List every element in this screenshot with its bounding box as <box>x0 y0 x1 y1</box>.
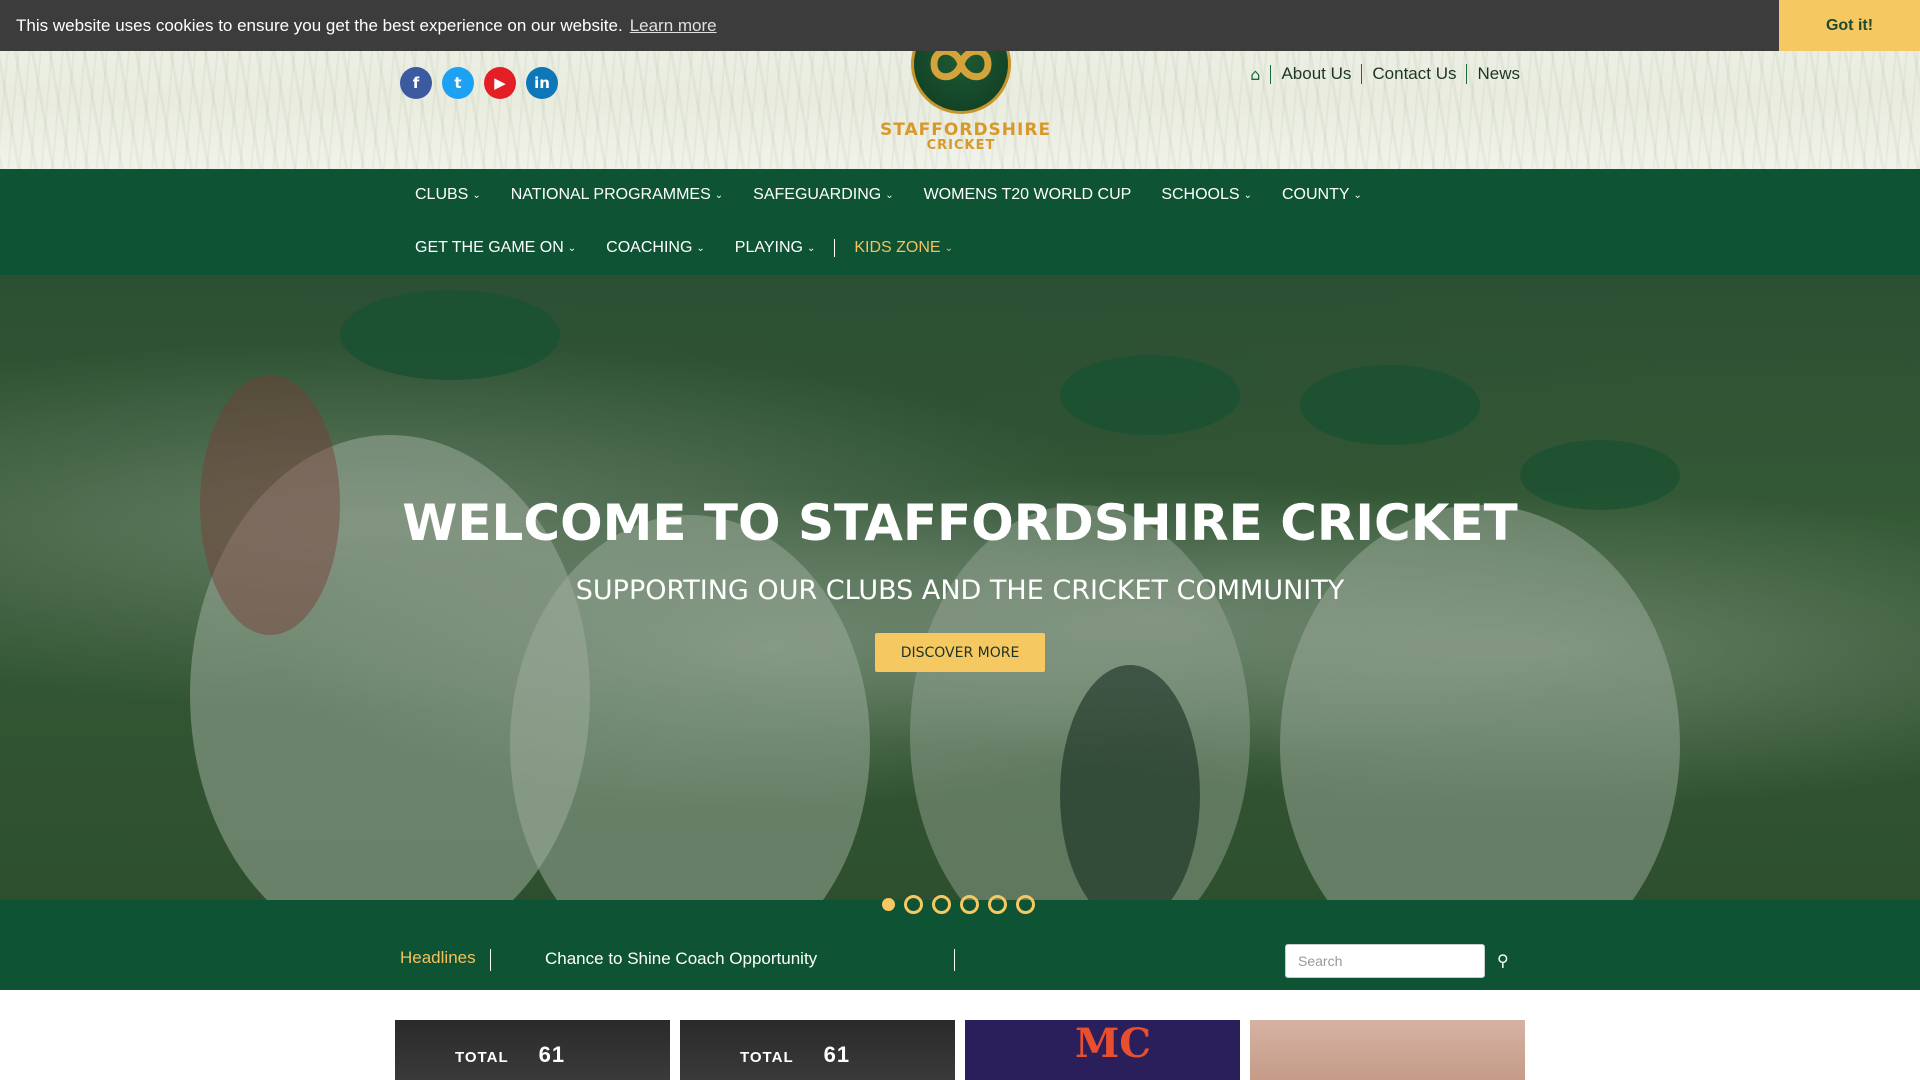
nav-item-safeguarding[interactable]: SAFEGUARDING ⌄ <box>738 186 908 204</box>
learn-more-link[interactable]: Learn more <box>630 16 717 36</box>
about-us-link[interactable]: About Us <box>1271 64 1363 84</box>
search-icon[interactable]: ⚲ <box>1497 951 1509 970</box>
card-image: TOTAL 61 <box>455 1042 565 1068</box>
nav-item-schools[interactable]: SCHOOLS ⌄ <box>1146 186 1267 204</box>
nav-item-womens-t20[interactable]: WOMENS T20 WORLD CUP <box>909 186 1147 204</box>
nav-label: SAFEGUARDING <box>753 186 882 203</box>
chevron-down-icon: ⌄ <box>885 189 894 201</box>
nav-label: SCHOOLS <box>1161 186 1240 203</box>
chevron-down-icon: ⌄ <box>567 242 577 254</box>
hero-banner: WELCOME TO STAFFORDSHIRE CRICKET SUPPORT… <box>0 275 1920 900</box>
nav-row-2: GET THE GAME ON ⌄ COACHING ⌄ PLAYING ⌄ KIDS… <box>400 230 968 266</box>
nav-label: KIDS ZONE <box>854 239 941 256</box>
chevron-down-icon: ⌄ <box>944 242 953 254</box>
logo-subtitle: CRICKET <box>926 138 996 153</box>
news-card[interactable]: MC <box>965 1020 1240 1080</box>
youtube-icon[interactable]: ▶ <box>484 67 516 99</box>
twitter-icon[interactable]: t <box>442 67 474 99</box>
mcc-logo: MC <box>1075 1020 1152 1067</box>
contact-us-link[interactable]: Contact Us <box>1362 64 1468 84</box>
nav-label: GET THE GAME ON <box>415 239 564 256</box>
chevron-down-icon: ⌄ <box>806 242 816 254</box>
card-image: TOTAL 61 <box>740 1042 850 1068</box>
divider <box>954 949 955 971</box>
nav-item-national-programmes[interactable]: NATIONAL PROGRAMMES ⌄ <box>496 186 738 204</box>
chevron-down-icon: ⌄ <box>696 242 705 254</box>
nav-label: PLAYING <box>734 239 803 256</box>
hero-subtitle: SUPPORTING OUR CLUBS AND THE CRICKET COM… <box>575 575 1345 606</box>
slider-dot[interactable] <box>882 898 895 911</box>
top-links: ⌂ About Us Contact Us News <box>1250 64 1520 84</box>
chevron-down-icon: ⌄ <box>714 189 724 201</box>
facebook-icon[interactable]: f <box>400 67 432 99</box>
nav-label: COACHING <box>606 239 693 256</box>
slider-dots <box>882 895 1044 914</box>
nav-item-playing[interactable]: PLAYING ⌄ <box>720 239 831 257</box>
nav-item-county[interactable]: COUNTY ⌄ <box>1267 186 1377 204</box>
news-link[interactable]: News <box>1467 64 1520 84</box>
hero-title: WELCOME TO STAFFORDSHIRE CRICKET <box>402 494 1518 552</box>
nav-row-1: CLUBS ⌄ NATIONAL PROGRAMMES ⌄ SAFEGUARDING… <box>400 177 1377 213</box>
scoreboard-score: 61 <box>538 1042 566 1067</box>
accept-cookies-button[interactable]: Got it! <box>1779 0 1920 51</box>
chevron-down-icon: ⌄ <box>472 189 481 201</box>
scoreboard-label: TOTAL <box>455 1049 509 1066</box>
scoreboard-label: TOTAL <box>740 1049 794 1066</box>
slider-dot[interactable] <box>960 895 979 914</box>
nav-label: CLUBS <box>415 186 469 203</box>
nav-divider <box>834 239 836 257</box>
nav-label: NATIONAL PROGRAMMES <box>510 186 711 203</box>
search-input[interactable] <box>1285 944 1485 978</box>
news-card[interactable] <box>1250 1020 1525 1080</box>
nav-item-clubs[interactable]: CLUBS ⌄ <box>400 186 496 204</box>
nav-item-kids-zone[interactable]: KIDS ZONE ⌄ <box>839 239 968 257</box>
chevron-down-icon: ⌄ <box>1353 189 1362 201</box>
news-card[interactable]: TOTAL 61 <box>395 1020 670 1080</box>
headline-link[interactable]: Chance to Shine Coach Opportunity <box>545 949 817 969</box>
discover-more-button[interactable]: DISCOVER MORE <box>875 633 1045 672</box>
linkedin-icon[interactable]: in <box>526 67 558 99</box>
slider-dot[interactable] <box>988 895 1007 914</box>
scoreboard-score: 61 <box>823 1042 851 1067</box>
nav-label: COUNTY <box>1281 186 1350 203</box>
nav-item-get-the-game-on[interactable]: GET THE GAME ON ⌄ <box>400 239 591 257</box>
cookie-message: This website uses cookies to ensure you … <box>16 15 623 35</box>
slider-dot[interactable] <box>1016 895 1035 914</box>
cookie-banner: This website uses cookies to ensure you … <box>0 0 1920 51</box>
chevron-down-icon: ⌄ <box>1243 189 1252 201</box>
slider-dot[interactable] <box>904 895 923 914</box>
nav-label: WOMENS T20 WORLD CUP <box>923 186 1132 203</box>
slider-dot[interactable] <box>932 895 951 914</box>
divider <box>490 949 491 971</box>
home-icon[interactable]: ⌂ <box>1250 64 1272 84</box>
news-card[interactable]: TOTAL 61 <box>680 1020 955 1080</box>
logo-title: STAFFORDSHIRE <box>880 120 1052 140</box>
nav-item-coaching[interactable]: COACHING ⌄ <box>591 239 720 257</box>
headlines-label: Headlines <box>400 948 476 967</box>
